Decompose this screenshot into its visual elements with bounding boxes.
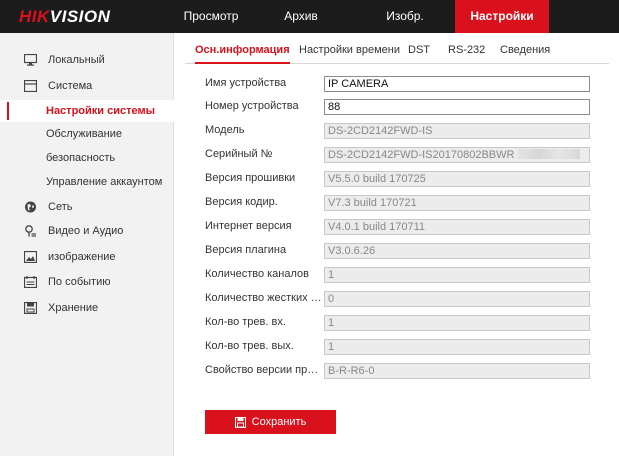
calendar-icon bbox=[24, 276, 37, 288]
firmware-property-value: B-R-R6-0 bbox=[324, 363, 590, 379]
device-number-label: Номер устройства bbox=[205, 100, 299, 112]
sidebar-item-image[interactable]: изображение bbox=[0, 246, 174, 268]
serial-value: DS-2CD2142FWD-IS20170802BBWR bbox=[324, 147, 590, 163]
channels-row: Количество каналов 1 bbox=[205, 267, 590, 283]
encoding-version-value: V7.3 build 170721 bbox=[324, 195, 590, 211]
alarm-outputs-row: Кол-во трев. вых. 1 bbox=[205, 339, 590, 355]
hikvision-logo: HIKVISION bbox=[19, 7, 110, 27]
sidebar-item-storage[interactable]: Хранение bbox=[0, 297, 174, 319]
sidebar-item-label: По событию bbox=[48, 276, 111, 288]
floppy-disk-icon bbox=[234, 416, 246, 428]
microphone-icon bbox=[25, 225, 36, 237]
redacted-blur bbox=[518, 149, 581, 159]
nav-configuration[interactable]: Настройки bbox=[455, 0, 549, 33]
sidebar-item-system[interactable]: Система bbox=[0, 75, 174, 97]
sidebar-item-label: Видео и Аудио bbox=[48, 225, 124, 237]
monitor-icon bbox=[24, 54, 37, 66]
web-version-value: V4.0.1 build 170711 bbox=[324, 219, 590, 235]
sidebar-item-user-management[interactable]: Управление аккаунтом bbox=[0, 171, 174, 193]
tab-rs232[interactable]: RS-232 bbox=[448, 44, 485, 64]
sidebar-item-label: Управление аккаунтом bbox=[46, 176, 163, 188]
nav-live-view[interactable]: Просмотр bbox=[166, 0, 256, 33]
firmware-row: Версия прошивки V5.5.0 build 170725 bbox=[205, 171, 590, 187]
sidebar-item-event[interactable]: По событию bbox=[0, 271, 174, 293]
tab-bar: Осн.информация Настройки времени DST RS-… bbox=[185, 42, 609, 64]
encoding-version-row: Версия кодир. V7.3 build 170721 bbox=[205, 195, 590, 211]
alarm-outputs-label: Кол-во трев. вых. bbox=[205, 340, 294, 352]
device-name-label: Имя устройства bbox=[205, 77, 287, 89]
firmware-property-row: Свойство версии проши… B-R-R6-0 bbox=[205, 363, 590, 379]
model-row: Модель DS-2CD2142FWD-IS bbox=[205, 123, 590, 139]
web-version-row: Интернет версия V4.0.1 build 170711 bbox=[205, 219, 590, 235]
sidebar-item-label: изображение bbox=[48, 251, 116, 263]
sidebar-item-label: Настройки системы bbox=[46, 105, 155, 117]
sidebar: Локальный Система Настройки системы Обсл… bbox=[0, 33, 174, 456]
plugin-version-label: Версия плагина bbox=[205, 244, 287, 256]
save-button[interactable]: Сохранить bbox=[205, 410, 336, 434]
alarm-inputs-row: Кол-во трев. вх. 1 bbox=[205, 315, 590, 331]
sidebar-item-local[interactable]: Локальный bbox=[0, 49, 174, 71]
plugin-version-value: V3.0.6.26 bbox=[324, 243, 590, 259]
sidebar-item-label: безопасность bbox=[46, 152, 116, 164]
hdd-count-value: 0 bbox=[324, 291, 590, 307]
firmware-property-label: Свойство версии проши… bbox=[205, 364, 323, 376]
tab-basic-info[interactable]: Осн.информация bbox=[195, 44, 290, 64]
logo-text: HIKVISION bbox=[19, 7, 111, 26]
firmware-label: Версия прошивки bbox=[205, 172, 296, 184]
serial-row: Серийный № DS-2CD2142FWD-IS20170802BBWR bbox=[205, 147, 590, 163]
device-name-input[interactable]: IP CAMERA bbox=[324, 76, 590, 92]
serial-label: Серийный № bbox=[205, 148, 273, 160]
model-label: Модель bbox=[205, 124, 245, 136]
device-number-input[interactable]: 88 bbox=[324, 99, 590, 115]
hdd-count-label: Количество жестких дис… bbox=[205, 292, 323, 304]
image-icon bbox=[24, 251, 37, 263]
sidebar-item-label: Система bbox=[48, 80, 93, 92]
device-name-row: Имя устройства IP CAMERA bbox=[205, 76, 590, 92]
sidebar-item-system-settings[interactable]: Настройки системы bbox=[0, 100, 174, 122]
alarm-outputs-value: 1 bbox=[324, 339, 590, 355]
firmware-value: V5.5.0 build 170725 bbox=[324, 171, 590, 187]
storage-icon bbox=[24, 302, 37, 314]
save-button-label: Сохранить bbox=[251, 416, 307, 428]
sidebar-item-label: Локальный bbox=[48, 54, 105, 66]
tab-dst[interactable]: DST bbox=[408, 44, 430, 64]
sidebar-item-security[interactable]: безопасность bbox=[0, 147, 174, 169]
serial-text: DS-2CD2142FWD-IS20170802BBWR bbox=[328, 149, 515, 161]
sidebar-item-network[interactable]: Сеть bbox=[0, 196, 174, 218]
device-number-row: Номер устройства 88 bbox=[205, 99, 590, 115]
tab-time-settings[interactable]: Настройки времени bbox=[299, 44, 400, 64]
sidebar-item-video-audio[interactable]: Видео и Аудио bbox=[0, 220, 174, 242]
channels-value: 1 bbox=[324, 267, 590, 283]
tab-about[interactable]: Сведения bbox=[500, 44, 550, 64]
system-icon bbox=[24, 80, 37, 92]
alarm-inputs-label: Кол-во трев. вх. bbox=[205, 316, 286, 328]
globe-icon bbox=[25, 201, 36, 213]
sidebar-item-label: Обслуживание bbox=[46, 128, 122, 140]
model-value: DS-2CD2142FWD-IS bbox=[324, 123, 590, 139]
top-bar: HIKVISION Просмотр Архив Изобр. Настройк… bbox=[0, 0, 619, 33]
nav-picture[interactable]: Изобр. bbox=[360, 0, 450, 33]
nav-playback[interactable]: Архив bbox=[256, 0, 346, 33]
plugin-version-row: Версия плагина V3.0.6.26 bbox=[205, 243, 590, 259]
sidebar-item-label: Хранение bbox=[48, 302, 99, 314]
channels-label: Количество каналов bbox=[205, 268, 309, 280]
hdd-count-row: Количество жестких дис… 0 bbox=[205, 291, 590, 307]
encoding-version-label: Версия кодир. bbox=[205, 196, 278, 208]
sidebar-item-maintenance[interactable]: Обслуживание bbox=[0, 123, 174, 145]
web-version-label: Интернет версия bbox=[205, 220, 292, 232]
alarm-inputs-value: 1 bbox=[324, 315, 590, 331]
sidebar-item-label: Сеть bbox=[48, 201, 73, 213]
main-panel: Осн.информация Настройки времени DST RS-… bbox=[175, 33, 619, 456]
